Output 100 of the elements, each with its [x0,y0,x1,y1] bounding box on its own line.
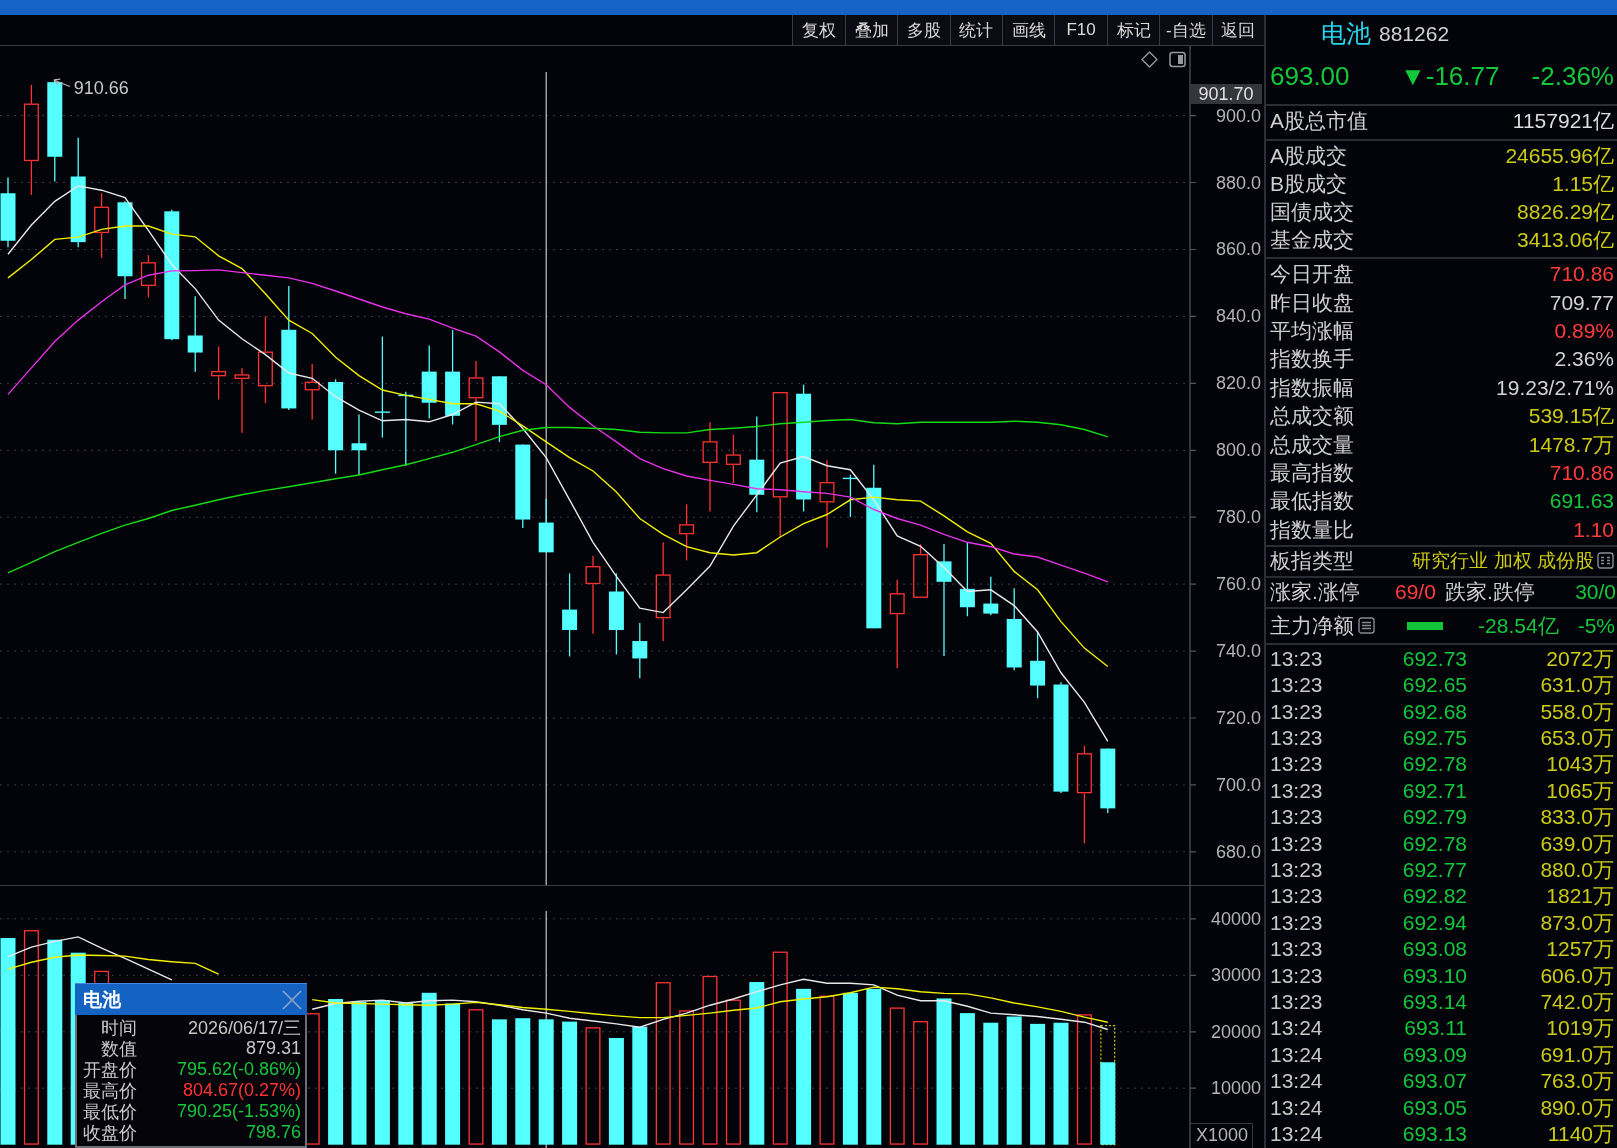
tooltip-label: 收盘价 [82,1121,137,1145]
stat-value: 710.86 [1549,262,1614,287]
axis-label: 700.0 [1215,774,1261,795]
stat-value: 30/0 [1574,579,1616,604]
stat-label: 最低指数 [1270,488,1354,515]
stat-label: 指数振幅 [1270,374,1354,401]
trade-time: 13:24 [1270,1069,1324,1094]
trade-time: 13:23 [1270,910,1324,935]
index-code: 881262 [1379,21,1450,46]
trade-volume: 2072万 [1545,645,1614,672]
stat-label: 板指类型 [1270,547,1354,574]
stat-label: 涨家.涨停 [1270,578,1361,605]
trade-time: 13:24 [1270,1016,1324,1041]
stat-label: A股总市值 [1270,108,1368,134]
stat-label: 最高指数 [1270,459,1354,486]
trade-price: 692.68 [1401,699,1467,724]
index-name: 电池 [1321,18,1371,49]
trade-time: 13:23 [1270,673,1324,698]
axis-label: 720.0 [1215,708,1261,728]
trade-volume: 631.0万 [1539,672,1614,699]
trade-volume: 606.0万 [1539,962,1614,989]
stat-label: 总成交量 [1270,431,1354,458]
tooltip-value: 879.31 [244,1038,301,1059]
tooltip-label: 最低价 [82,1100,137,1124]
stat-value: 710.86 [1549,460,1614,485]
stat-label: 指数量比 [1270,516,1354,543]
axis-label: 860.0 [1215,239,1261,260]
trade-volume: 873.0万 [1539,909,1614,936]
stat-value: 1.15亿 [1552,171,1614,197]
stat-value: 691.63 [1549,489,1614,514]
trade-time: 13:23 [1270,963,1324,988]
trade-time: 13:23 [1270,831,1324,856]
axis-label: 680.0 [1215,841,1261,862]
axis-label: 20000 [1210,1021,1261,1042]
trade-time: 13:23 [1270,884,1324,909]
tooltip-label: 时间 [100,1016,137,1040]
axis-label: 780.0 [1215,507,1261,528]
high-price-label: 910.66 [73,77,129,98]
stat-label: 昨日收盘 [1270,289,1354,316]
stat-value: 8826.29亿 [1517,199,1614,225]
stat-label: 主力净额 [1270,612,1354,639]
stat-value: 1157921亿 [1512,108,1614,134]
trade-volume: 763.0万 [1539,1068,1614,1095]
trade-price: 692.79 [1401,805,1467,830]
axis-label: 740.0 [1215,641,1261,662]
trade-volume: 742.0万 [1539,989,1614,1015]
stat-label: 总成交额 [1270,403,1354,430]
tooltip-value: 804.67(0.27%) [181,1080,301,1101]
trade-price: 693.07 [1401,1069,1467,1094]
trade-volume: 558.0万 [1539,698,1614,725]
stat-label: 基金成交 [1270,227,1354,253]
trade-time: 13:24 [1270,1042,1324,1067]
trade-volume: 890.0万 [1539,1094,1614,1121]
price-readout: 901.70 [1190,84,1262,104]
tooltip-label: 数值 [100,1037,137,1061]
trade-price: 692.78 [1401,831,1467,856]
axis-unit-label: X1000 [1189,1123,1253,1148]
trade-volume: 1257万 [1545,936,1614,963]
trade-price: 692.94 [1401,910,1467,935]
trade-time: 13:24 [1270,1095,1324,1120]
trade-price: 693.08 [1401,937,1467,962]
axis-label: 10000 [1210,1078,1261,1099]
trade-volume: 1065万 [1545,777,1614,804]
trade-time: 13:24 [1270,1121,1324,1146]
stat-value: 2.36% [1554,347,1614,372]
stat-value: 0.89% [1554,318,1614,343]
trade-volume: 880.0万 [1539,857,1614,884]
trade-time: 13:23 [1270,805,1324,830]
trade-volume: 1019万 [1545,1015,1614,1042]
trade-volume: 1140万 [1546,1120,1614,1147]
trade-volume: 833.0万 [1539,804,1614,831]
trade-time: 13:23 [1270,990,1324,1014]
tooltip-value: 790.25(-1.53%) [175,1101,301,1122]
net-flow-percent: -5% [1577,613,1615,638]
stat-value: 1478.7万 [1528,431,1614,458]
net-flow-amount: -28.54亿 [1478,612,1559,639]
trade-price: 693.11 [1403,1016,1467,1041]
trade-time: 13:23 [1270,726,1324,751]
stat-value: 19.23/2.71% [1496,375,1614,400]
stat-label: 平均涨幅 [1270,317,1354,344]
trade-time: 13:23 [1270,646,1324,671]
stat-label: 国债成交 [1270,199,1354,225]
trade-time: 13:23 [1270,752,1324,777]
stat-label: 指数换手 [1270,346,1354,373]
trade-volume: 639.0万 [1539,830,1614,857]
stat-value: 709.77 [1549,290,1614,315]
axis-label: 760.0 [1215,574,1261,595]
axis-label: 840.0 [1215,306,1261,327]
trade-volume: 653.0万 [1539,725,1614,752]
tooltip-title: 电池 [83,987,121,1012]
change-percent: -2.36% [1531,60,1614,92]
trade-price: 693.05 [1401,1095,1467,1120]
trade-volume: 1821万 [1545,883,1614,910]
trade-volume: 1043万 [1545,751,1614,778]
stat-label: A股成交 [1270,143,1347,169]
stat-label: 今日开盘 [1270,261,1354,288]
tooltip-value: 798.76 [244,1122,301,1143]
trade-time: 13:23 [1270,937,1324,962]
trade-price: 692.65 [1401,673,1467,698]
trade-price: 692.71 [1401,778,1467,803]
